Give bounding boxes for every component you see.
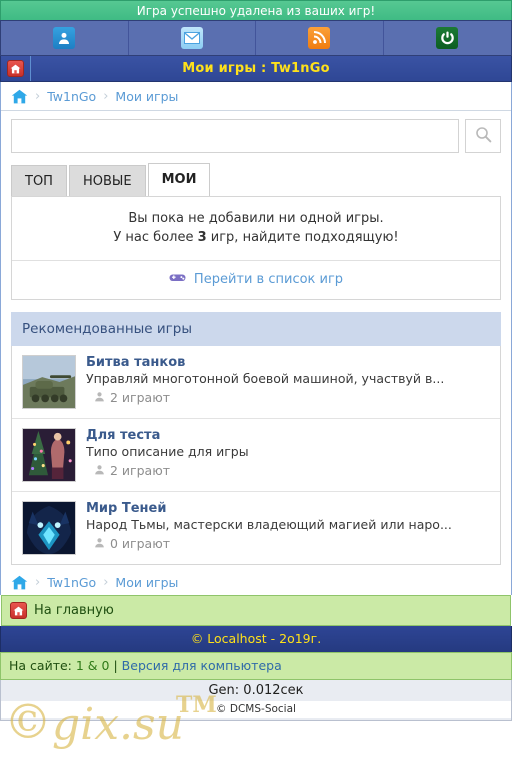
recommended-heading: Рекомендованные игры	[11, 312, 501, 346]
go-to-games-row: Перейти в список игр	[12, 261, 500, 299]
home-icon	[11, 575, 28, 590]
home-icon	[10, 602, 27, 619]
titlebar-home-button[interactable]	[1, 56, 31, 81]
online-users: 1	[75, 658, 84, 673]
empty-line-1: Вы пока не добавили ни одной игры.	[128, 211, 384, 226]
content-area: › Tw1nGo › Мои игры ТОП НОВЫЕ МОИ Вы пок…	[0, 82, 512, 595]
toolbar-item-refresh[interactable]	[384, 21, 512, 55]
game-thumbnail	[22, 501, 76, 555]
search-input[interactable]	[11, 119, 459, 153]
toolbar-item-messages[interactable]	[129, 21, 256, 55]
game-players-count: 2 играют	[110, 390, 171, 405]
search-icon	[475, 126, 492, 147]
game-players: 2 играют	[86, 390, 490, 405]
tab-mine[interactable]: МОИ	[147, 163, 211, 196]
flash-message: Игра успешно удалена из ваших игр!	[0, 0, 512, 20]
game-info: Для теста Типо описание для игры 2 играю…	[86, 428, 490, 482]
user-icon	[94, 536, 105, 551]
breadcrumb-home-link[interactable]	[11, 89, 28, 104]
games-count: 3	[197, 230, 207, 245]
empty-state-panel: Вы пока не добавили ни одной игры. У нас…	[11, 196, 501, 300]
home-bar[interactable]: На главную	[1, 595, 511, 626]
game-description: Народ Тьмы, мастерски владеющий магией и…	[86, 517, 452, 532]
game-players-count: 2 играют	[110, 463, 171, 478]
breadcrumb-item-0[interactable]: Tw1nGo	[47, 575, 96, 590]
gamepad-icon	[169, 272, 186, 287]
breadcrumb: › Tw1nGo › Мои игры	[1, 82, 511, 110]
toolbar-item-rss[interactable]	[256, 21, 384, 55]
game-title[interactable]: Мир Теней	[86, 501, 490, 516]
recommended-list: Битва танков Управляй многотонной боевой…	[11, 346, 501, 565]
tab-top[interactable]: ТОП	[11, 165, 67, 196]
game-description: Управляй многотонной боевой машиной, уча…	[86, 371, 445, 386]
list-item[interactable]: Для теста Типо описание для игры 2 играю…	[12, 419, 500, 492]
user-icon	[94, 463, 105, 478]
icon-toolbar	[0, 20, 512, 56]
breadcrumb-item-0[interactable]: Tw1nGo	[47, 89, 96, 104]
user-icon	[94, 390, 105, 405]
footer-engine: © DCMS-Social	[1, 701, 511, 718]
game-players: 2 играют	[86, 463, 490, 478]
breadcrumb-separator: ›	[35, 88, 41, 104]
mobile-page: Игра успешно удалена из ваших игр! Мои и…	[0, 0, 512, 762]
game-players-count: 0 играют	[110, 536, 171, 551]
game-title[interactable]: Для теста	[86, 428, 490, 443]
game-info: Битва танков Управляй многотонной боевой…	[86, 355, 490, 409]
desktop-version-link[interactable]: Версия для компьютера	[122, 658, 282, 673]
rss-icon	[308, 27, 331, 49]
home-bar-link[interactable]: На главную	[34, 603, 114, 618]
games-tabs: ТОП НОВЫЕ МОИ	[1, 159, 511, 196]
page-title: Мои игры : Tw1nGo	[182, 61, 330, 76]
breadcrumb-separator: ›	[103, 88, 109, 104]
breadcrumb-separator: ›	[103, 574, 109, 590]
page-titlebar: Мои игры : Tw1nGo	[0, 56, 512, 82]
mail-icon	[180, 27, 203, 49]
footer-pipe: |	[113, 658, 118, 673]
online-guests: 0	[101, 658, 110, 673]
breadcrumb-separator: ›	[35, 574, 41, 590]
footer-copyright: © Localhost - 2o19г.	[0, 626, 512, 652]
home-icon	[11, 89, 28, 104]
game-thumbnail	[22, 428, 76, 482]
footer-online-row: На сайте: 1 & 0 | Версия для компьютера	[0, 652, 512, 680]
game-info: Мир Теней Народ Тьмы, мастерски владеющи…	[86, 501, 490, 555]
empty-line-2-prefix: У нас более	[113, 230, 198, 245]
breadcrumb-bottom: › Tw1nGo › Мои игры	[1, 565, 511, 595]
go-to-games-link[interactable]: Перейти в список игр	[194, 272, 343, 287]
home-icon	[7, 60, 24, 77]
empty-line-2-suffix: игр, найдите подходящую!	[206, 230, 399, 245]
toolbar-item-profile[interactable]	[1, 21, 129, 55]
empty-state-message: Вы пока не добавили ни одной игры. У нас…	[12, 197, 500, 260]
game-players: 0 играют	[86, 536, 490, 551]
online-label: На сайте:	[9, 658, 72, 673]
game-thumbnail	[22, 355, 76, 409]
tab-new[interactable]: НОВЫЕ	[68, 165, 146, 196]
list-item[interactable]: Мир Теней Народ Тьмы, мастерски владеющи…	[12, 492, 500, 564]
game-title[interactable]: Битва танков	[86, 355, 490, 370]
list-item[interactable]: Битва танков Управляй многотонной боевой…	[12, 346, 500, 419]
footer-gen-time: Gen: 0.012сек	[208, 683, 304, 698]
breadcrumb-item-1[interactable]: Мои игры	[115, 89, 178, 104]
recommended-section: Рекомендованные игры Битва танков Управл…	[11, 312, 501, 565]
game-description: Типо описание для игры	[86, 444, 249, 459]
refresh-icon	[436, 27, 459, 49]
online-separator: &	[87, 658, 98, 673]
search-bar	[1, 110, 511, 159]
footer-meta: Gen: 0.012сек © DCMS-Social	[0, 680, 512, 721]
user-icon	[53, 27, 76, 49]
search-button[interactable]	[465, 119, 501, 153]
breadcrumb-item-1[interactable]: Мои игры	[115, 575, 178, 590]
empty-line-2: У нас более 3 игр, найдите подходящую!	[20, 228, 492, 247]
breadcrumb-home-link[interactable]	[11, 575, 28, 590]
